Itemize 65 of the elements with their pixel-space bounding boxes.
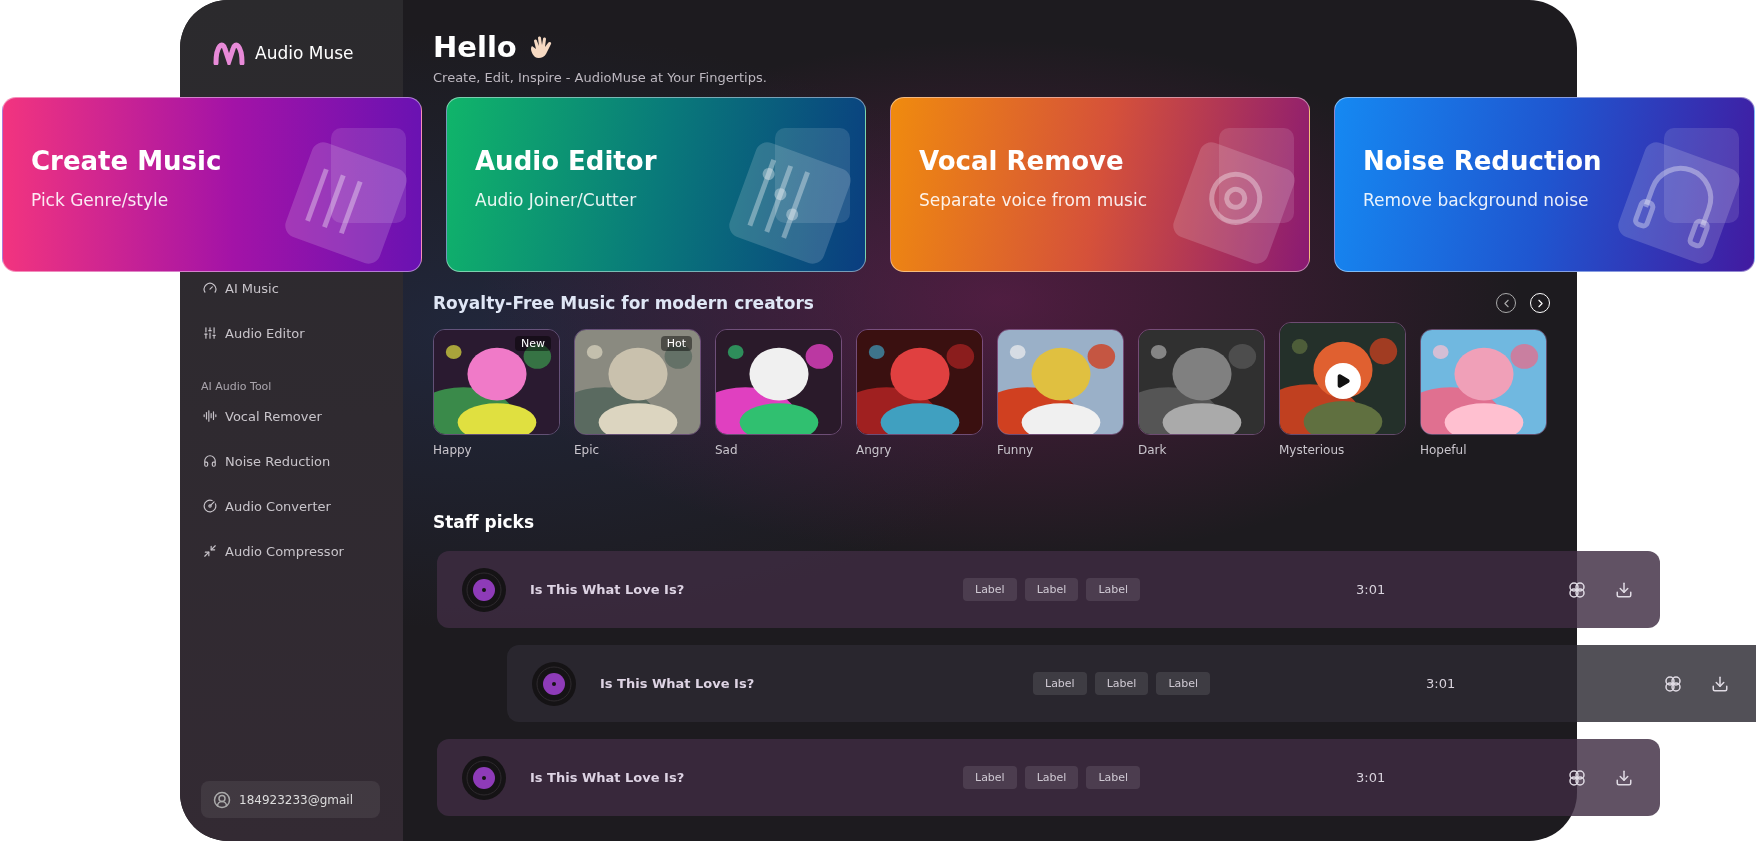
user-icon (213, 790, 231, 809)
logo-text: Audio Muse (255, 43, 354, 63)
subtitle: Create, Edit, Inspire - AudioMuse at Your Fingertips. (433, 70, 768, 85)
card-title: Vocal Remove (919, 146, 1125, 176)
track-title: Is This What Love Is? (530, 770, 686, 785)
tag-chip: Label (1024, 578, 1079, 601)
sidebar-item[interactable]: Vocal Remover (201, 401, 403, 431)
genre-label: Angry (856, 443, 893, 457)
tag-chip: Label (963, 578, 1017, 601)
account-button[interactable]: 184923233@gmail (201, 781, 380, 818)
feature-card[interactable]: Vocal Remove Separate voice from music (890, 97, 1310, 272)
genre-label: Happy (433, 443, 473, 457)
tag-chip: Label (1086, 578, 1141, 601)
tag-badge: Hot (660, 336, 692, 351)
sidebar-item[interactable]: Noise Reduction (201, 446, 403, 476)
headphones-icon (203, 454, 217, 468)
genre-label: Epic (574, 443, 601, 457)
genre-label: Funny (997, 443, 1035, 457)
tag-chip: Label (1086, 766, 1141, 789)
genre-label: Mysterious (1279, 443, 1346, 457)
vinyl-record-icon (461, 754, 507, 801)
sliders-icon (203, 326, 217, 340)
genre-label: Sad (715, 443, 739, 457)
genre-label: Hopeful (1420, 443, 1468, 457)
card-title: Noise Reduction (1363, 146, 1603, 176)
gauge-icon (203, 281, 217, 295)
card-title: Create Music (31, 146, 223, 176)
sidebar-section-heading: AI Audio Tool (201, 378, 273, 395)
tag-chip: Label (1024, 766, 1079, 789)
feature-card[interactable]: Audio Editor Audio Joiner/Cutter (446, 97, 866, 272)
vinyl-record-icon (461, 566, 507, 613)
track-row[interactable]: Is This What Love Is? Label Label Label 3:01 (507, 645, 1756, 722)
genre-label: Dark (1138, 443, 1168, 457)
feature-card[interactable]: Create Music Pick Genre/style (2, 97, 422, 272)
logo-icon (213, 41, 245, 65)
sidebar-item[interactable]: Audio Converter (201, 491, 403, 521)
tag-chip: Label (1156, 672, 1211, 695)
greeting-title: Hello (433, 29, 517, 66)
section-title: Staff picks (433, 512, 536, 532)
card-title: Audio Editor (475, 146, 658, 176)
track-row[interactable]: Is This What Love Is? Label Label Label 3:01 (437, 739, 1660, 816)
track-row[interactable]: Is This What Love Is? Label Label Label 3:01 (437, 551, 1660, 628)
track-duration: 3:01 (1356, 770, 1387, 785)
play-icon (1335, 373, 1351, 389)
sidebar-item[interactable]: Audio Editor (201, 318, 403, 348)
section-title: Royalty-Free Music for modern creators (433, 293, 814, 313)
card-subtitle: Pick Genre/style (31, 190, 170, 210)
card-subtitle: Audio Joiner/Cutter (475, 190, 638, 210)
sidebar-item[interactable]: AI Music (201, 273, 403, 303)
sidebar-item[interactable]: Audio Compressor (201, 536, 403, 566)
tag-chip: Label (963, 766, 1017, 789)
tag-chip: Label (1094, 672, 1149, 695)
tag-badge: New (515, 336, 551, 351)
card-subtitle: Remove background noise (1363, 190, 1590, 210)
card-subtitle: Separate voice from music (919, 190, 1148, 210)
tag-chip: Label (1033, 672, 1087, 695)
track-duration: 3:01 (1426, 676, 1457, 691)
track-title: Is This What Love Is? (530, 582, 686, 597)
dial-icon (203, 499, 217, 513)
track-duration: 3:01 (1356, 582, 1387, 597)
track-title: Is This What Love Is? (600, 676, 756, 691)
vinyl-record-icon (531, 660, 577, 707)
feature-card[interactable]: Noise Reduction Remove background noise (1334, 97, 1755, 272)
sound-wave-icon (203, 409, 217, 423)
compress-icon (203, 544, 217, 558)
